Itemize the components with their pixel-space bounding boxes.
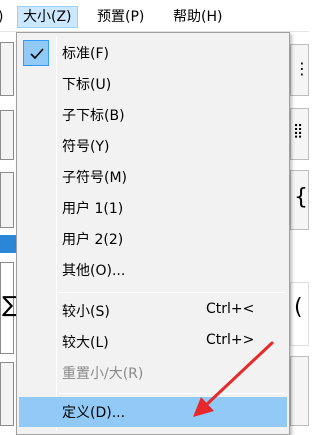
menu-item-standard[interactable]: 标准(F) <box>19 38 287 68</box>
menu-item-label: 用户 1(1) <box>62 201 124 217</box>
background-palette-button[interactable] <box>0 172 14 228</box>
background-palette-button[interactable]: { <box>290 170 309 230</box>
background-tab-selected[interactable] <box>0 235 16 253</box>
matrix-icon: ⣿ <box>293 123 304 139</box>
background-palette-button[interactable] <box>0 42 14 96</box>
background-palette-button[interactable]: ⋮ <box>290 44 310 96</box>
menu-item-user-1[interactable]: 用户 1(1) <box>19 193 287 223</box>
checkmark-box <box>23 40 49 66</box>
menu-separator <box>59 292 285 293</box>
menubar-help[interactable]: 帮助(H) <box>168 6 227 28</box>
menu-item-label: 较大(L) <box>62 335 109 351</box>
background-palette-button[interactable]: ⣿ <box>290 108 309 160</box>
menu-item-label: 其他(O)... <box>62 263 126 279</box>
menu-item-sub-symbol[interactable]: 子符号(M) <box>19 162 287 192</box>
menu-item-label: 较小(S) <box>62 304 110 320</box>
menu-item-other[interactable]: 其他(O)... <box>19 255 287 285</box>
menu-item-label: 标准(F) <box>62 46 109 62</box>
menu-separator <box>59 393 285 394</box>
menu-item-larger[interactable]: 较大(L) Ctrl+> <box>19 327 287 357</box>
check-icon <box>30 48 44 60</box>
background-palette-panel: ∑ <box>0 262 17 354</box>
background-palette-button[interactable] <box>0 110 14 160</box>
menu-item-shortcut: Ctrl+< <box>206 301 255 317</box>
menu-item-smaller[interactable]: 较小(S) Ctrl+< <box>19 296 287 326</box>
menu-item-label: 定义(D)... <box>62 405 126 421</box>
menu-item-label: 子符号(M) <box>62 170 128 186</box>
menu-item-label: 重置小/大(R) <box>62 366 144 382</box>
menubar-preset[interactable]: 预置(P) <box>92 6 149 28</box>
menubar-partial-item[interactable]: ) <box>0 6 3 28</box>
menu-item-label: 子下标(B) <box>62 108 125 124</box>
background-palette-button[interactable] <box>0 362 14 426</box>
background-palette-button[interactable]: ( <box>290 282 309 346</box>
menu-item-user-2[interactable]: 用户 2(2) <box>19 224 287 254</box>
background-palette-button[interactable] <box>290 356 309 426</box>
sum-icon: ∑ <box>2 293 17 318</box>
menu-bar: ) 大小(Z) 预置(P) 帮助(H) <box>0 0 309 32</box>
menubar-size[interactable]: 大小(Z) <box>17 6 78 28</box>
brace-icon: { <box>294 185 308 210</box>
size-dropdown-menu: 标准(F) 下标(U) 子下标(B) 符号(Y) 子符号(M) 用户 1(1) … <box>16 32 290 435</box>
menu-item-define[interactable]: 定义(D)... <box>19 397 287 427</box>
dots-icon: ⋮ <box>294 59 310 78</box>
menu-item-label: 用户 2(2) <box>62 232 124 248</box>
menu-item-symbol[interactable]: 符号(Y) <box>19 131 287 161</box>
menu-item-label: 符号(Y) <box>62 139 110 155</box>
menu-item-subscript[interactable]: 下标(U) <box>19 69 287 99</box>
menu-item-sub-subscript[interactable]: 子下标(B) <box>19 100 287 130</box>
paren-icon: ( <box>294 295 303 320</box>
menu-item-reset-size: 重置小/大(R) <box>19 358 287 388</box>
menu-item-label: 下标(U) <box>62 77 112 93</box>
menu-item-shortcut: Ctrl+> <box>206 332 255 348</box>
